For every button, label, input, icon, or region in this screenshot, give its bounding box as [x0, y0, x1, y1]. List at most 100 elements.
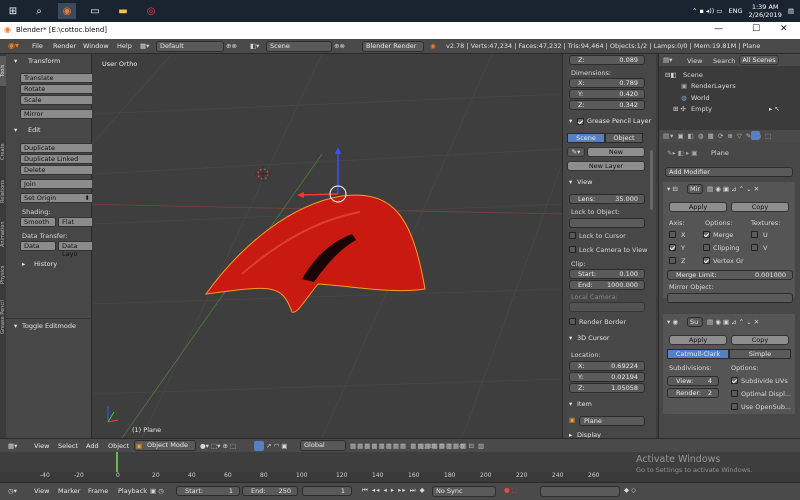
rotate-button[interactable]: Rotate	[20, 84, 94, 94]
new-layer-button[interactable]: New Layer	[567, 161, 645, 171]
menu-add[interactable]: Add	[86, 442, 99, 450]
transform-collapse-icon[interactable]: ▾	[14, 57, 17, 65]
subdiv-render-field[interactable]: Render: 2	[667, 388, 719, 398]
grease-pencil-checkbox[interactable]	[577, 118, 584, 125]
grease-scene-tab[interactable]: Scene	[567, 133, 605, 143]
outliner-item-empty[interactable]: Empty	[691, 105, 712, 113]
record-icon[interactable]: ● ⬚	[504, 486, 518, 494]
merge-limit-field[interactable]: Merge Limit: 0.001000	[667, 270, 793, 280]
layout-icon[interactable]: ▦▾	[140, 42, 149, 50]
lens-field[interactable]: Lens: 35.000	[569, 194, 645, 204]
transform-orientation-select[interactable]: Global	[300, 440, 346, 451]
edit-collapse-icon[interactable]: ▾	[14, 126, 17, 134]
edit-header[interactable]: Edit	[28, 126, 41, 134]
join-button[interactable]: Join	[20, 179, 94, 189]
scale-button[interactable]: Scale	[20, 95, 94, 105]
preview-range-icon[interactable]: ▣ ◷	[150, 487, 164, 495]
scene-add-icon[interactable]: ⊕⊗	[334, 42, 345, 50]
file-explorer-icon[interactable]: ▬	[114, 3, 132, 19]
merge-checkbox[interactable]	[703, 231, 710, 238]
mod2-toggle-icons[interactable]: ▤ ◉ ▣ ⊿ ⌃ ⌄ ✕	[707, 318, 759, 326]
timeline-playback-menu[interactable]: Playback	[118, 487, 147, 495]
cursor-x-field[interactable]: X: 0.69224	[569, 361, 645, 371]
local-camera-field[interactable]	[569, 302, 645, 312]
current-frame-indicator[interactable]	[116, 452, 118, 472]
dimension-x-field[interactable]: X: 0.789	[569, 78, 645, 88]
menu-render[interactable]: Render	[53, 42, 76, 50]
mod1-toggle-icons[interactable]: ▤ ◉ ▣ ⊿ ⌃ ⌄ ✕	[707, 185, 759, 193]
scene-select[interactable]: Scene	[266, 41, 332, 52]
windows-start-icon[interactable]: ⊞	[4, 3, 22, 19]
translate-button[interactable]: Translate	[20, 73, 94, 83]
timeline-marker-menu[interactable]: Marker	[58, 487, 80, 495]
view-header[interactable]: View	[577, 178, 592, 186]
language-indicator[interactable]: ENG	[728, 7, 742, 15]
menu-window[interactable]: Window	[83, 42, 109, 50]
shading-icons[interactable]: ●▾ ⬚▾ ⊕ ⬚	[200, 442, 236, 450]
subdiv-view-field[interactable]: View: 4	[667, 376, 719, 386]
mirror-button[interactable]: Mirror	[20, 109, 94, 119]
chrome-icon[interactable]: ◎	[142, 3, 160, 19]
mod1-icons[interactable]: ▾ ⊟	[667, 185, 678, 193]
lock-to-cursor-checkbox[interactable]	[569, 232, 576, 239]
grease-collapse-icon[interactable]: ▾	[569, 117, 572, 125]
maximize-button[interactable]: ☐	[752, 24, 760, 34]
mod2-copy-button[interactable]: Copy	[731, 335, 789, 345]
clip-start-field[interactable]: Start: 0.100	[569, 269, 645, 279]
current-frame-field[interactable]: 1	[302, 486, 352, 496]
dimension-z-field[interactable]: Z: 0.342	[569, 100, 645, 110]
object-mode-select[interactable]: Object Mode	[134, 440, 196, 451]
toggle-editmode-header[interactable]: Toggle Editmode	[22, 322, 76, 330]
axis-x-checkbox[interactable]	[669, 231, 676, 238]
playback-controls[interactable]: ⏮ ◂◂ ◂ ▸ ▸▸ ⏭ ◆	[362, 486, 426, 495]
snap-icons[interactable]: ◎ ⊞ ⊡ ⬚ ⊕ ⊟ ▨	[420, 442, 485, 450]
keyframe-icons[interactable]: ◆ ◇	[624, 486, 636, 494]
tray-icons[interactable]: ⌃ ▪ ◂)) ▭	[692, 7, 723, 15]
shade-smooth-button[interactable]: Smooth	[20, 217, 56, 227]
layout-select[interactable]: Default	[156, 41, 224, 52]
info-editor-icon[interactable]: ◉▾	[8, 41, 19, 50]
data-transfer-button[interactable]: Data	[20, 241, 56, 251]
render-border-checkbox[interactable]	[569, 318, 576, 325]
outliner-item-renderlayers[interactable]: RenderLayers	[691, 82, 736, 90]
menu-object[interactable]: Object	[108, 442, 129, 450]
explorer-icon[interactable]: ▭	[86, 3, 104, 19]
timeline-view-menu[interactable]: View	[34, 487, 49, 495]
texture-u-checkbox[interactable]	[751, 231, 758, 238]
use-opensubdiv-checkbox[interactable]	[731, 403, 738, 410]
render-engine-select[interactable]: Blender Render	[362, 41, 424, 52]
menu-view[interactable]: View	[34, 442, 49, 450]
transform-header[interactable]: Transform	[28, 57, 60, 65]
outliner-view-menu[interactable]: View	[687, 57, 702, 65]
texture-v-checkbox[interactable]	[751, 244, 758, 251]
sync-select[interactable]: No Sync	[432, 486, 496, 497]
view-collapse-icon[interactable]: ▾	[569, 178, 572, 186]
minimize-button[interactable]: —	[714, 24, 723, 34]
clip-end-field[interactable]: End: 1000.000	[569, 280, 645, 290]
mod2-icons[interactable]: ▾ ◉	[667, 318, 678, 326]
menu-file[interactable]: File	[32, 42, 43, 50]
item-collapse-icon[interactable]: ▾	[569, 400, 572, 408]
z-location-field[interactable]: Z: 0.089	[569, 55, 645, 65]
mod1-apply-button[interactable]: Apply	[669, 202, 727, 212]
mod1-copy-button[interactable]: Copy	[731, 202, 789, 212]
mod2-name[interactable]: Su	[687, 317, 703, 327]
optimal-display-checkbox[interactable]	[731, 390, 738, 397]
timeline-frame-menu[interactable]: Frame	[88, 487, 108, 495]
axis-z-checkbox[interactable]	[669, 257, 676, 264]
cursor-collapse-icon[interactable]: ▾	[569, 334, 572, 342]
outliner-search-menu[interactable]: Search	[713, 57, 735, 65]
visibility-icons[interactable]: ▸ ↖	[769, 105, 780, 113]
cursor-y-field[interactable]: Y: 0.02194	[569, 372, 645, 382]
outliner-item-world[interactable]: World	[691, 94, 710, 102]
delete-button[interactable]: Delete	[20, 165, 94, 175]
npanel-scrollbar[interactable]	[650, 150, 653, 210]
editor-type-icon[interactable]: ▦▾	[8, 442, 17, 450]
timeline-editor-icon[interactable]: ◷▾	[8, 487, 17, 495]
dimension-y-field[interactable]: Y: 0.420	[569, 89, 645, 99]
3d-viewport[interactable]: User Ortho (1) Plane	[92, 54, 562, 438]
outliner-item-scene[interactable]: Scene	[683, 71, 703, 79]
shade-flat-button[interactable]: Flat	[58, 217, 94, 227]
search-icon[interactable]: ⌕	[30, 3, 48, 19]
axis-y-checkbox[interactable]	[669, 244, 676, 251]
